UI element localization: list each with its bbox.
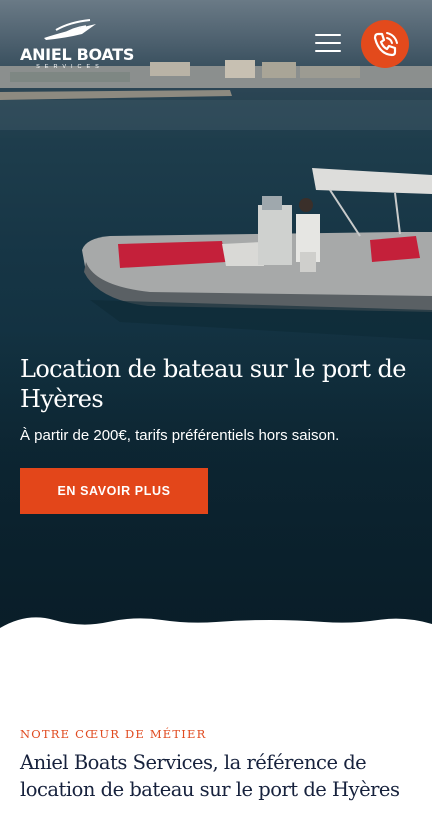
menu-line bbox=[315, 42, 341, 44]
menu-line bbox=[315, 34, 341, 36]
hero-subtitle: À partir de 200€, tarifs préférentiels h… bbox=[20, 427, 340, 444]
hero-title: Location de bateau sur le port de Hyères bbox=[20, 355, 406, 413]
section-kicker: NOTRE CŒUR DE MÉTIER bbox=[20, 727, 207, 741]
hero-section: ANIEL BOATS SERVICES Location de bateau … bbox=[0, 0, 432, 640]
hamburger-menu-icon[interactable] bbox=[312, 30, 344, 56]
phone-call-button[interactable] bbox=[361, 20, 409, 68]
phone-icon bbox=[373, 32, 398, 57]
wave-divider bbox=[0, 617, 432, 648]
boat-logo-icon bbox=[44, 19, 96, 40]
logo-subtitle: SERVICES bbox=[36, 64, 104, 70]
site-logo[interactable]: ANIEL BOATS SERVICES bbox=[20, 18, 135, 72]
logo-name: ANIEL BOATS bbox=[20, 45, 135, 64]
learn-more-button[interactable]: EN SAVOIR PLUS bbox=[20, 468, 208, 514]
section-title: Aniel Boats Services, la référence de lo… bbox=[20, 751, 400, 801]
menu-line bbox=[315, 50, 341, 52]
